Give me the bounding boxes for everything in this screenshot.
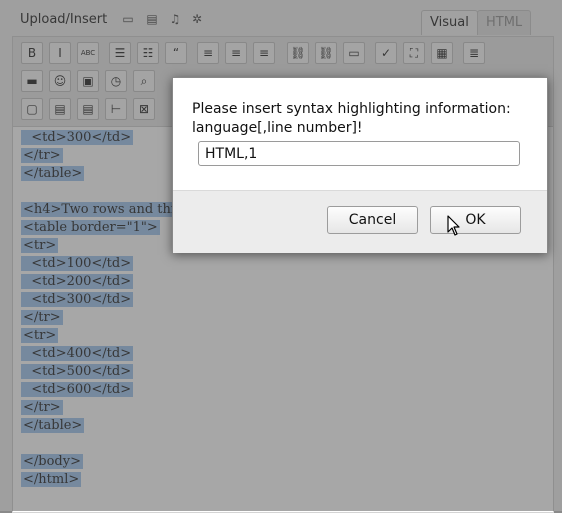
ok-button[interactable]: OK xyxy=(430,206,521,234)
dialog-footer: Cancel OK xyxy=(173,190,547,253)
prompt-dialog: Please insert syntax highlighting inform… xyxy=(172,77,548,253)
dialog-message: Please insert syntax highlighting inform… xyxy=(192,101,511,136)
cancel-button[interactable]: Cancel xyxy=(327,206,418,234)
mouse-pointer-icon xyxy=(447,215,460,236)
syntax-info-input[interactable] xyxy=(198,141,520,166)
